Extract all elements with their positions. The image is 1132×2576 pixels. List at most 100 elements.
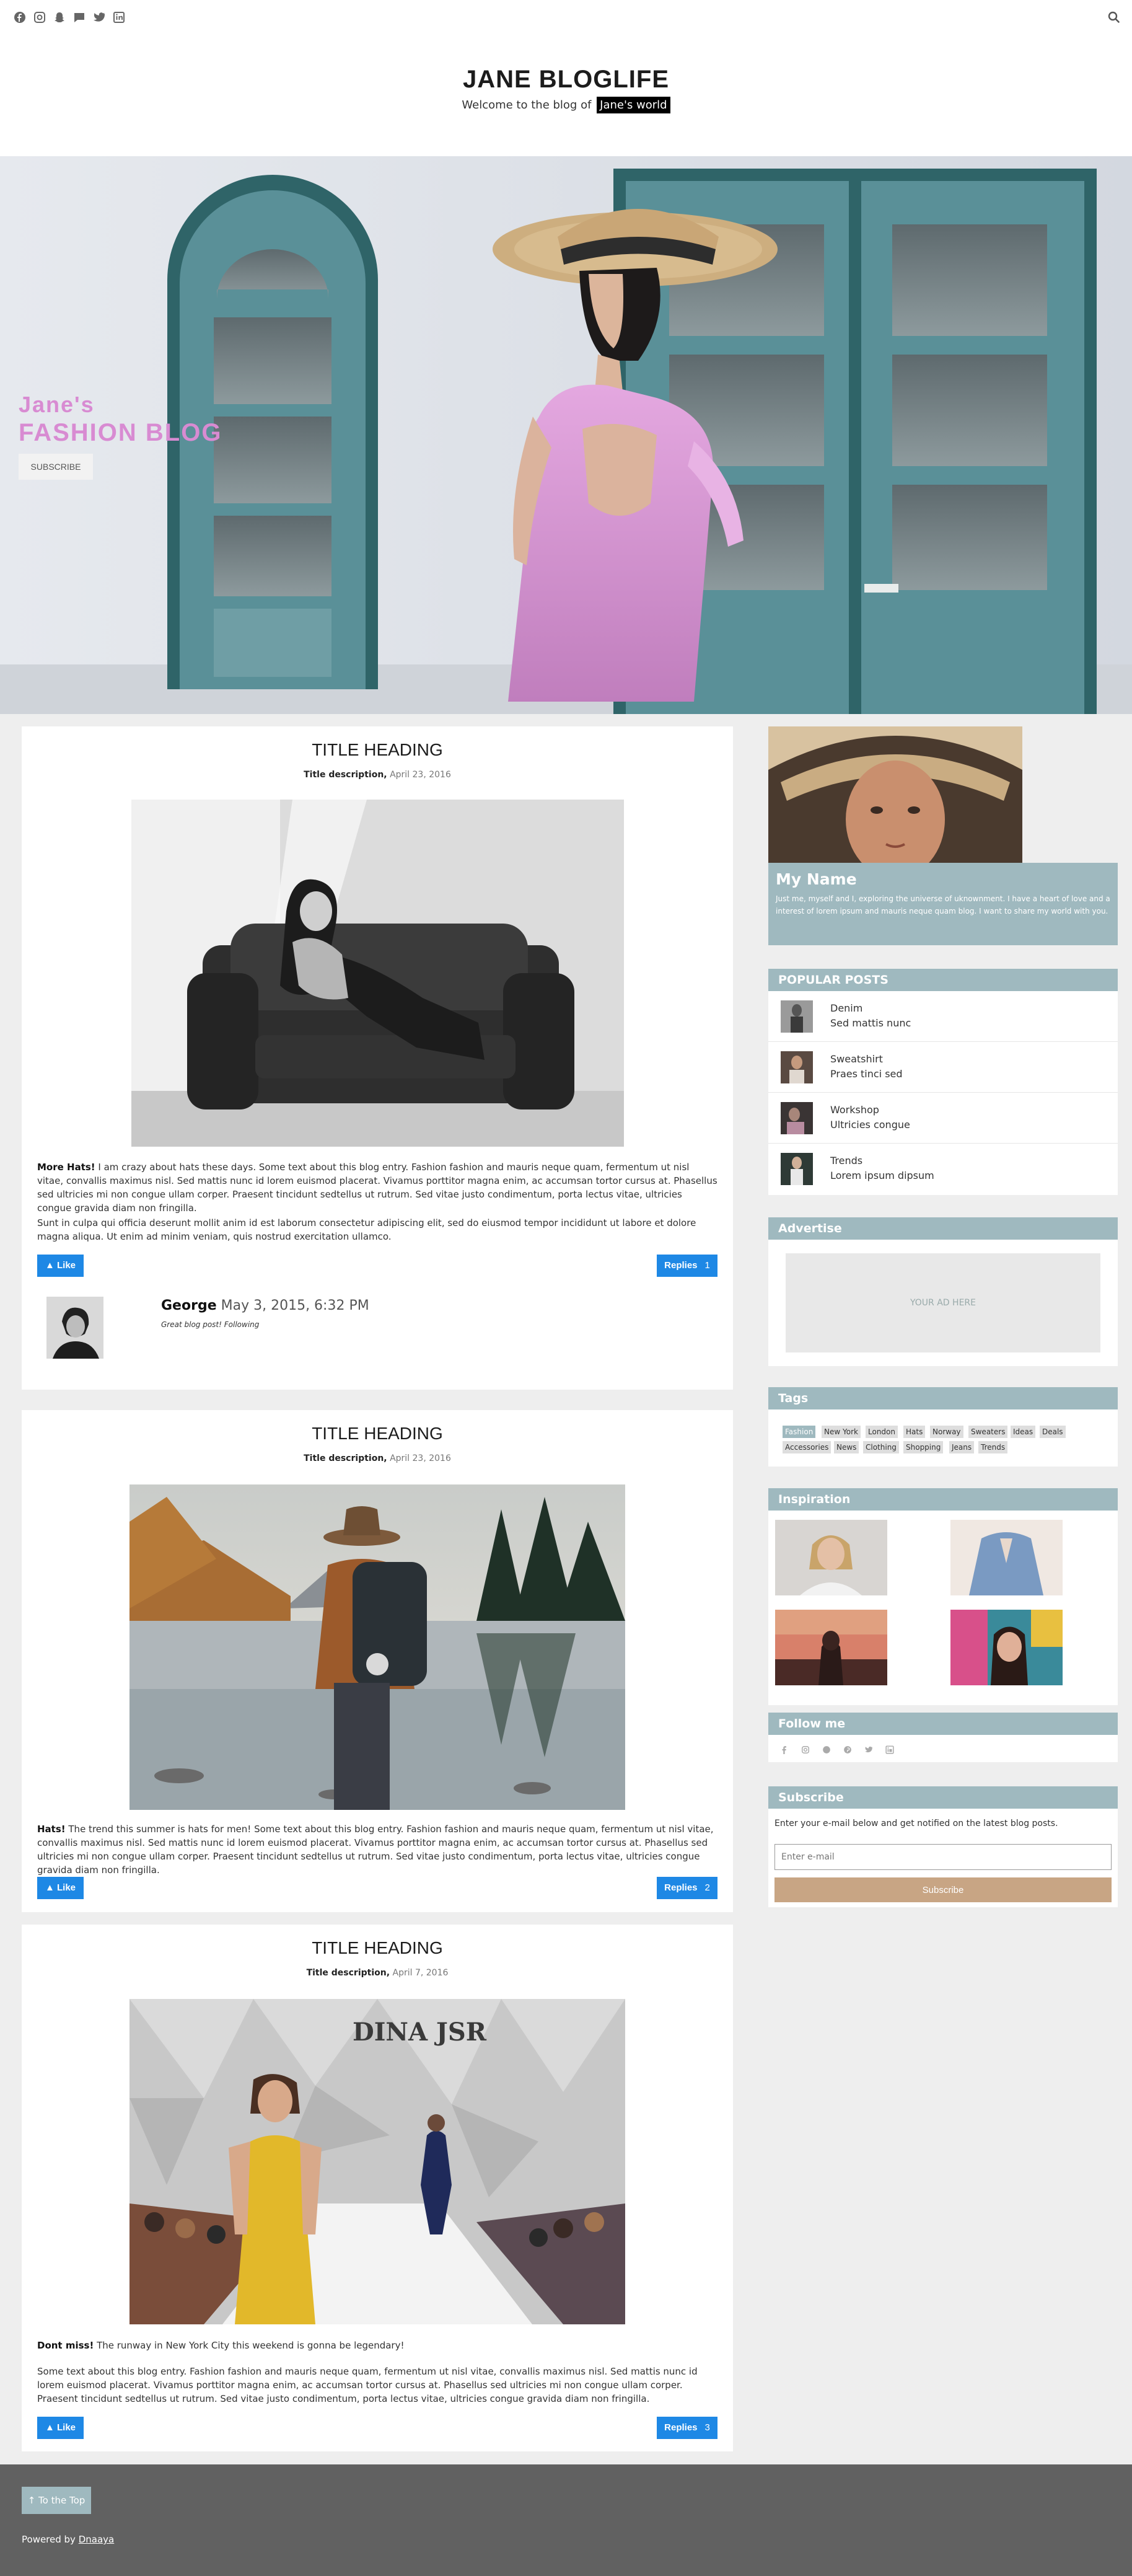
popular-post-subtitle: Sed mattis nunc [830, 1017, 911, 1029]
search-icon[interactable] [1107, 10, 1121, 25]
replies-label: Replies [664, 2422, 698, 2433]
thumbs-up-icon: ▲ [45, 1882, 55, 1893]
post-text-2: Sunt in culpa qui officia deserunt molli… [37, 1217, 696, 1242]
thumbs-up-icon: ▲ [45, 2422, 55, 2433]
tag-chip[interactable]: Norway [930, 1426, 963, 1438]
facebook-icon[interactable] [780, 1745, 789, 1754]
post-text: More Hats! I am crazy about hats these d… [37, 1160, 717, 1215]
tag-chip[interactable]: News [834, 1441, 859, 1453]
post-image-sofa [131, 800, 624, 1147]
welcome-tag: Jane's world [597, 97, 670, 113]
welcome-text: Welcome to the blog of [462, 99, 592, 112]
post-body: The trend this summer is hats for men! S… [37, 1824, 714, 1876]
linkedin-icon[interactable] [112, 10, 126, 25]
post-date: April 23, 2016 [390, 770, 451, 780]
tag-chip[interactable]: Fashion [783, 1426, 816, 1438]
popular-post-title: Denim [830, 1002, 863, 1014]
chat-icon[interactable] [72, 10, 87, 25]
post-description: Title description, April 7, 2016 [22, 1968, 733, 1978]
tag-chip[interactable]: Trends [978, 1441, 1008, 1453]
comment-text: Great blog post! Following [161, 1320, 260, 1329]
like-label: Like [57, 2422, 76, 2433]
tags-heading: Tags [768, 1387, 1118, 1409]
post-lead: More Hats! [37, 1162, 95, 1173]
site-header: JANE BLOGLIFE Welcome to the blog of Jan… [0, 35, 1132, 156]
twitter-icon[interactable] [864, 1745, 873, 1754]
popular-post-subtitle: Lorem ipsum dipsum [830, 1170, 934, 1181]
tag-chip[interactable]: Sweaters [968, 1426, 1008, 1438]
runway-banner: DINA JSR [353, 2018, 486, 2047]
inspiration-image[interactable] [950, 1610, 1063, 1685]
profile-name: My Name [776, 870, 857, 888]
replies-button[interactable]: Replies 2 [657, 1877, 717, 1899]
post-text: Dont miss! The runway in New York City t… [37, 2339, 717, 2352]
subscribe-button[interactable]: Subscribe [774, 1877, 1112, 1902]
snapchat-icon[interactable] [822, 1745, 831, 1754]
tag-chip[interactable]: Hats [903, 1426, 926, 1438]
to-top-label: To the Top [38, 2495, 86, 2506]
linkedin-icon[interactable] [885, 1745, 894, 1754]
post-desc-label: Title description, [304, 1453, 387, 1463]
tag-chip[interactable]: Clothing [863, 1441, 899, 1453]
tag-chip[interactable]: Jeans [949, 1441, 975, 1453]
hero-banner: Jane's FASHION BLOG SUBSCRIBE [0, 156, 1132, 714]
tag-chip[interactable]: Shopping [903, 1441, 944, 1453]
blog-post-2: TITLE HEADING Title description, April 2… [22, 1410, 733, 1912]
tag-chip[interactable]: London [866, 1426, 898, 1438]
popular-post-item[interactable]: Trends Lorem ipsum dipsum [768, 1144, 1118, 1194]
arrow-up-icon: ↑ [27, 2495, 36, 2506]
tag-chip[interactable]: New York [822, 1426, 861, 1438]
avatar [46, 1297, 103, 1359]
like-button[interactable]: ▲ Like [37, 1255, 84, 1277]
popular-post-title: Workshop [830, 1104, 879, 1116]
hero-line1: Jane's [19, 392, 95, 417]
email-input[interactable] [774, 1844, 1112, 1870]
profile-bio: Just me, myself and I, exploring the uni… [776, 894, 1110, 915]
twitter-icon[interactable] [92, 10, 107, 25]
replies-label: Replies [664, 1260, 698, 1271]
instagram-icon[interactable] [32, 10, 47, 25]
comment-date: May 3, 2015, 6:32 PM [221, 1298, 369, 1313]
tag-chip[interactable]: Ideas [1011, 1426, 1036, 1438]
facebook-icon[interactable] [12, 10, 27, 25]
reply-count: 2 [704, 1882, 710, 1893]
powered-by: Powered by Dnaaya [22, 2534, 114, 2545]
to-top-button[interactable]: ↑ To the Top [22, 2487, 91, 2514]
replies-button[interactable]: Replies 3 [657, 2417, 717, 2439]
pinterest-icon[interactable] [843, 1745, 852, 1754]
profile-photo [768, 726, 1022, 863]
hero-subscribe-button[interactable]: SUBSCRIBE [19, 454, 93, 480]
ad-placeholder[interactable]: YOUR AD HERE [786, 1253, 1100, 1352]
inspiration-image[interactable] [950, 1520, 1063, 1595]
post-lead: Dont miss! [37, 2340, 94, 2351]
subscribe-heading: Subscribe [768, 1786, 1118, 1809]
hero-line2: FASHION BLOG [19, 419, 222, 446]
popular-post-item[interactable]: Denim Sed mattis nunc [768, 991, 1118, 1042]
reply-count: 3 [704, 2422, 710, 2433]
like-label: Like [57, 1260, 76, 1271]
replies-button[interactable]: Replies 1 [657, 1255, 717, 1277]
post-title: TITLE HEADING [312, 1938, 443, 1957]
popular-post-title: Sweatshirt [830, 1053, 883, 1065]
popular-post-item[interactable]: Workshop Ultricies congue [768, 1093, 1118, 1144]
popular-thumb [781, 1051, 813, 1083]
instagram-icon[interactable] [801, 1745, 810, 1754]
popular-post-subtitle: Ultricies congue [830, 1119, 910, 1131]
inspiration-image[interactable] [775, 1520, 887, 1595]
like-button[interactable]: ▲ Like [37, 2417, 84, 2439]
tag-chip[interactable]: Deals [1040, 1426, 1066, 1438]
popular-thumb [781, 1153, 813, 1185]
popular-post-item[interactable]: Sweatshirt Praes tinci sed [768, 1042, 1118, 1093]
inspiration-heading: Inspiration [768, 1488, 1118, 1511]
inspiration-image[interactable] [775, 1610, 887, 1685]
like-button[interactable]: ▲ Like [37, 1877, 84, 1899]
post-lead: Hats! [37, 1824, 66, 1835]
snapchat-icon[interactable] [52, 10, 67, 25]
popular-thumb [781, 1102, 813, 1134]
tag-chip[interactable]: Accessories [783, 1441, 831, 1453]
post-image-runway: DINA JSR [129, 1999, 625, 2324]
popular-posts-heading: POPULAR POSTS [768, 969, 1118, 991]
blog-post-1: TITLE HEADING Title description, April 2… [22, 726, 733, 1390]
powered-link[interactable]: Dnaaya [79, 2534, 115, 2545]
follow-heading: Follow me [768, 1713, 1118, 1735]
